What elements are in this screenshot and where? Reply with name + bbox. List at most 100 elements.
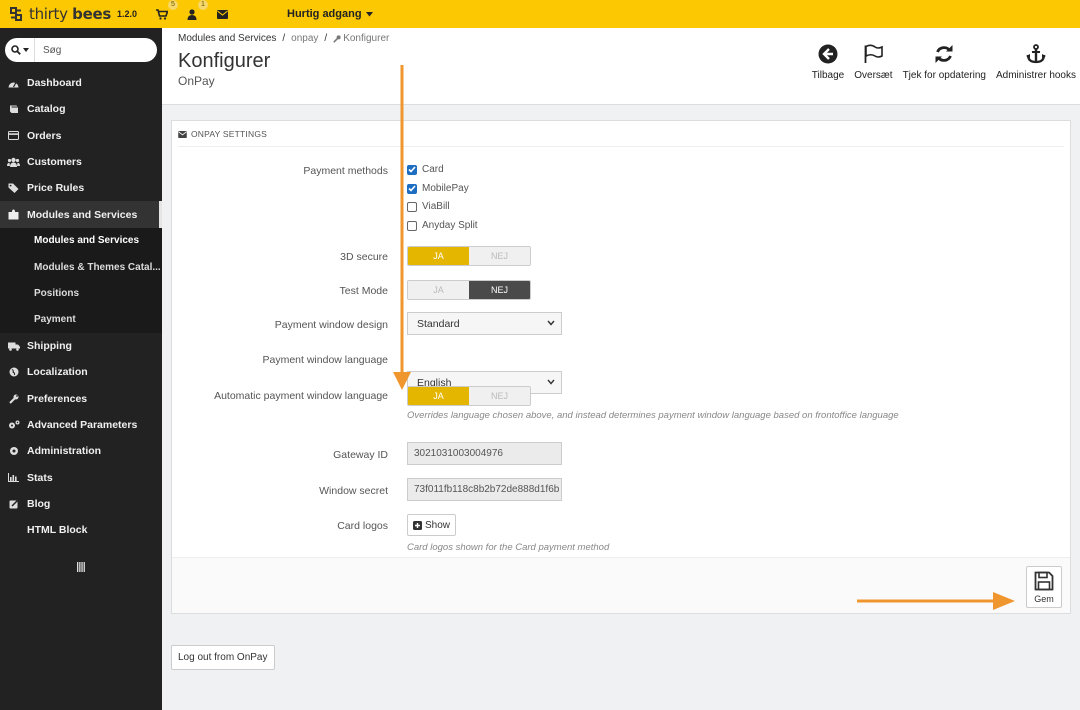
sidebar-item-label: Stats bbox=[27, 471, 53, 484]
3d-secure-switch[interactable]: JA NEJ bbox=[407, 246, 531, 266]
translate-button[interactable]: Oversæt bbox=[854, 44, 893, 81]
window-design-select[interactable]: Standard bbox=[407, 312, 562, 335]
checkbox-label: Card bbox=[422, 164, 444, 175]
payment-method-viabill[interactable]: ViaBill bbox=[407, 201, 450, 212]
sidebar-item-label: Advanced Parameters bbox=[27, 419, 138, 431]
caret-down-icon bbox=[22, 48, 29, 52]
switch-no[interactable]: NEJ bbox=[469, 387, 530, 405]
wrench-icon bbox=[0, 394, 27, 404]
check-update-button[interactable]: Tjek for opdatering bbox=[903, 44, 986, 81]
checkbox-unchecked[interactable] bbox=[407, 220, 417, 231]
sidebar-item-orders[interactable]: Orders bbox=[0, 123, 162, 149]
flag-icon bbox=[865, 44, 884, 63]
panel-footer: Gem bbox=[172, 557, 1070, 613]
switch-yes[interactable]: JA bbox=[408, 247, 469, 265]
collapse-sidebar-icon[interactable] bbox=[77, 562, 85, 575]
search-input[interactable] bbox=[43, 44, 143, 56]
manage-hooks-button[interactable]: Administrer hooks bbox=[996, 44, 1076, 81]
gateway-id-field[interactable]: 3021031003004976 bbox=[407, 442, 562, 465]
sidebar-subitem-positions[interactable]: Positions bbox=[0, 280, 162, 307]
envelope-icon bbox=[178, 130, 187, 138]
cart-badge: 5 bbox=[168, 0, 178, 10]
breadcrumb: Modules and Services / onpay / Konfigure… bbox=[178, 33, 390, 44]
sidebar-item-preferences[interactable]: Preferences bbox=[0, 386, 162, 412]
sidebar-item-administration[interactable]: Administration bbox=[0, 438, 162, 464]
wrench-icon bbox=[333, 34, 341, 43]
envelope-icon bbox=[216, 9, 228, 19]
show-card-logos-button[interactable]: Show bbox=[407, 514, 456, 536]
window-design-label: Payment window design bbox=[274, 319, 388, 331]
save-label: Gem bbox=[1034, 593, 1054, 604]
sidebar-subitem-modules-and-services[interactable]: Modules and Services bbox=[0, 227, 162, 255]
user-icon bbox=[187, 8, 197, 20]
checkbox-unchecked[interactable] bbox=[407, 201, 417, 212]
sidebar-item-label: Localization bbox=[27, 366, 88, 379]
sidebar-item-label: Price Rules bbox=[27, 182, 85, 195]
save-button[interactable]: Gem bbox=[1026, 566, 1062, 608]
switch-yes[interactable]: JA bbox=[408, 281, 469, 299]
manage-hooks-label: Administrer hooks bbox=[995, 70, 1076, 81]
check-update-label: Tjek for opdatering bbox=[902, 70, 986, 81]
payment-method-card[interactable]: Card bbox=[407, 164, 444, 175]
cart-icon bbox=[156, 8, 168, 20]
select-value: Standard bbox=[417, 317, 460, 330]
truck-icon bbox=[0, 342, 27, 351]
sidebar-item-label: Dashboard bbox=[27, 77, 82, 90]
switch-no[interactable]: NEJ bbox=[469, 281, 530, 299]
checkbox-label: Anyday Split bbox=[422, 220, 478, 231]
sidebar-subitem-payment[interactable]: Payment bbox=[0, 306, 162, 333]
card-logos-help: Card logos shown for the Card payment me… bbox=[407, 542, 610, 553]
sidebar-item-label: Administration bbox=[27, 445, 102, 458]
test-mode-switch[interactable]: JA NEJ bbox=[407, 280, 531, 300]
sidebar-item-label: Customers bbox=[27, 156, 82, 169]
sidebar-nav: Dashboard Catalog Orders Customers Price… bbox=[0, 70, 162, 543]
top-bar: thirty bees 1.2.0 5 1 Hurtig adgang bbox=[0, 0, 1080, 28]
bar-chart-icon bbox=[0, 473, 27, 483]
puzzle-icon bbox=[0, 209, 27, 220]
checkbox-checked[interactable] bbox=[407, 183, 417, 194]
arrow-left-circle-icon bbox=[818, 44, 838, 64]
logo[interactable]: thirty bees 1.2.0 bbox=[8, 0, 137, 28]
customer-badge: 1 bbox=[198, 0, 208, 10]
users-icon bbox=[0, 157, 27, 168]
panel-heading: ONPAY SETTINGS bbox=[178, 129, 267, 139]
sidebar-item-blog[interactable]: Blog bbox=[0, 491, 162, 517]
sidebar-item-stats[interactable]: Stats bbox=[0, 464, 162, 490]
sidebar-item-price-rules[interactable]: Price Rules bbox=[0, 175, 162, 201]
sidebar-item-label: HTML Block bbox=[27, 524, 88, 537]
window-language-label: Payment window language bbox=[262, 354, 389, 366]
breadcrumb-onpay[interactable]: onpay bbox=[291, 33, 318, 44]
sidebar-subitem-modules-themes-catalog[interactable]: Modules & Themes Catal... bbox=[0, 254, 162, 281]
onpay-settings-panel: ONPAY SETTINGS Payment methods Card Mobi… bbox=[171, 120, 1071, 614]
checkbox-label: MobilePay bbox=[422, 183, 469, 194]
messages-button[interactable] bbox=[215, 7, 229, 21]
logout-onpay-button[interactable]: Log out from OnPay bbox=[171, 645, 275, 670]
customer-button[interactable]: 1 bbox=[185, 0, 208, 21]
sidebar-item-catalog[interactable]: Catalog bbox=[0, 96, 162, 122]
sidebar-item-modules[interactable]: Modules and Services bbox=[0, 201, 162, 229]
sidebar-item-html-block[interactable]: HTML Block bbox=[0, 517, 162, 543]
auto-language-switch[interactable]: JA NEJ bbox=[407, 386, 531, 406]
breadcrumb-modules-and-services[interactable]: Modules and Services bbox=[178, 33, 276, 44]
payment-method-mobilepay[interactable]: MobilePay bbox=[407, 183, 469, 194]
cart-button[interactable]: 5 bbox=[155, 0, 178, 21]
search-scope-dropdown[interactable] bbox=[5, 38, 35, 62]
switch-no[interactable]: NEJ bbox=[469, 247, 530, 265]
checkbox-checked[interactable] bbox=[407, 164, 417, 175]
back-button[interactable]: Tilbage bbox=[812, 44, 844, 81]
refresh-icon bbox=[935, 45, 953, 63]
translate-label: Oversæt bbox=[854, 70, 893, 81]
checkbox-label: ViaBill bbox=[422, 201, 450, 212]
sidebar-item-label: Orders bbox=[27, 129, 62, 142]
sidebar-item-advanced-parameters[interactable]: Advanced Parameters bbox=[0, 412, 162, 438]
switch-yes[interactable]: JA bbox=[408, 387, 469, 405]
payment-method-anyday-split[interactable]: Anyday Split bbox=[407, 220, 478, 231]
sidebar-item-dashboard[interactable]: Dashboard bbox=[0, 70, 162, 96]
dashboard-icon bbox=[0, 79, 27, 88]
sidebar-item-shipping[interactable]: Shipping bbox=[0, 333, 162, 359]
window-secret-field[interactable]: 73f011fb118c8b2b72de888d1f6b bbox=[407, 478, 562, 501]
quick-access-dropdown[interactable]: Hurtig adgang bbox=[287, 8, 373, 20]
sidebar-item-localization[interactable]: Localization bbox=[0, 359, 162, 385]
tags-icon bbox=[0, 183, 27, 194]
sidebar-item-customers[interactable]: Customers bbox=[0, 149, 162, 175]
